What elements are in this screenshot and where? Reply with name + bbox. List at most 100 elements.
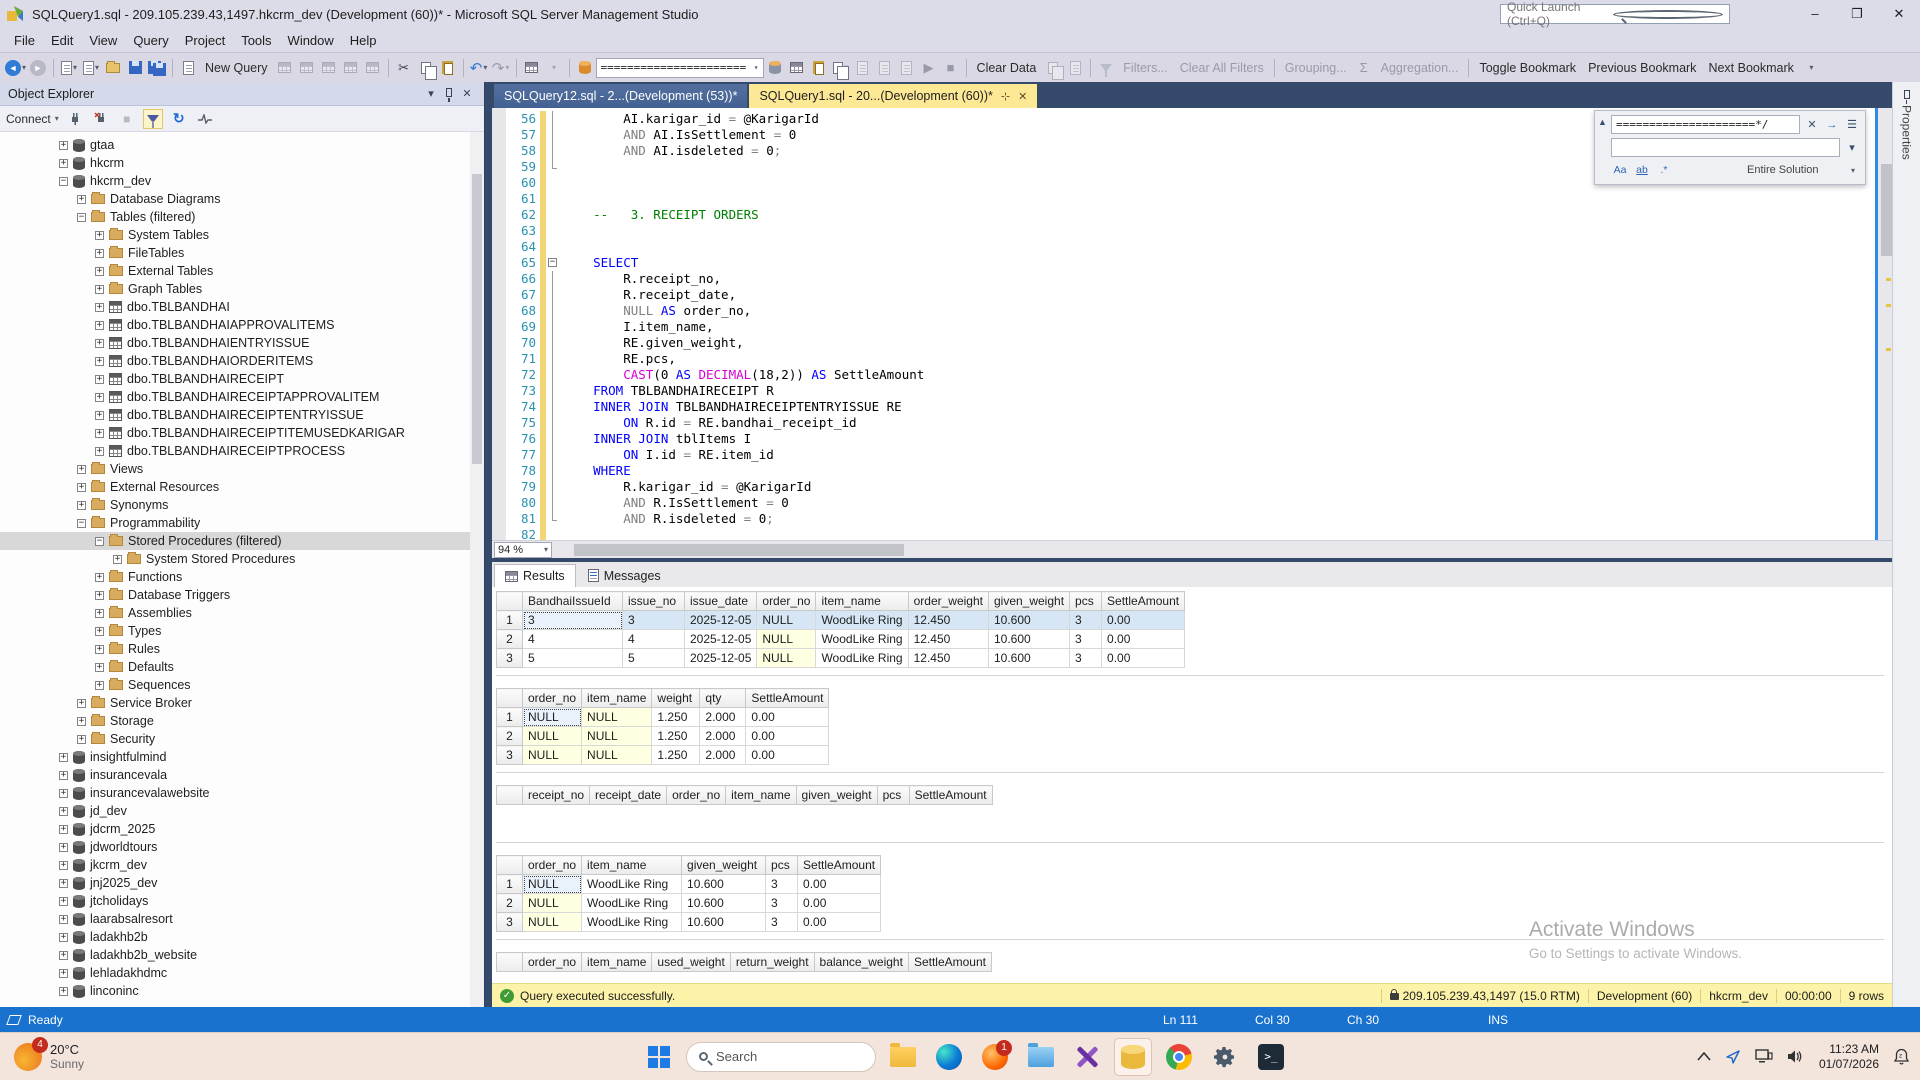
tree-item[interactable]: +dbo.TBLBANDHAIRECEIPTAPPROVALITEM (0, 388, 484, 406)
tree-item[interactable]: +dbo.TBLBANDHAI (0, 298, 484, 316)
column-header[interactable]: order_no (523, 953, 582, 972)
wrench-icon[interactable] (787, 57, 807, 79)
column-header[interactable]: item_name (816, 592, 908, 611)
corner-cell[interactable] (497, 689, 523, 708)
tree-expander-icon[interactable]: + (95, 303, 104, 312)
filter-icon[interactable] (143, 109, 163, 129)
open-file-icon[interactable] (103, 57, 123, 79)
tree-expander-icon[interactable]: + (59, 789, 68, 798)
connect-button[interactable]: Connect▾ (6, 112, 59, 126)
tree-expander-icon[interactable]: + (59, 951, 68, 960)
tree-item[interactable]: +Database Triggers (0, 586, 484, 604)
refresh-icon[interactable]: ↻ (169, 109, 189, 129)
grid-cell[interactable]: WoodLike Ring (582, 894, 682, 913)
new-query-button[interactable]: New Query (199, 61, 274, 75)
column-header[interactable]: order_no (523, 856, 582, 875)
nav-back-icon[interactable]: ◄▾ (5, 57, 26, 79)
tree-expander-icon[interactable]: + (59, 843, 68, 852)
tree-expander-icon[interactable]: + (95, 375, 104, 384)
grid-cell[interactable]: 10.600 (988, 649, 1069, 668)
execute-settings-icon[interactable] (765, 57, 785, 79)
tree-item[interactable]: +jtcholidays (0, 892, 484, 910)
grid-cell[interactable]: 3 (1070, 649, 1102, 668)
tree-item[interactable]: +System Tables (0, 226, 484, 244)
file-explorer-button[interactable] (884, 1038, 922, 1076)
notification-bell-icon[interactable]: z (1893, 1048, 1910, 1065)
grid-splitter[interactable] (496, 675, 1884, 676)
document-tab-2[interactable]: SQLQuery1.sql - 20...(Development (60))*… (749, 84, 1037, 108)
grid-splitter[interactable] (496, 842, 1884, 843)
paste-icon[interactable] (438, 57, 458, 79)
copy-icon[interactable] (416, 57, 436, 79)
tree-item[interactable]: +Synonyms (0, 496, 484, 514)
column-header[interactable]: SettleAmount (1102, 592, 1185, 611)
nav-forward-icon[interactable]: ► (28, 57, 48, 79)
toolbar-overflow-icon[interactable]: ▾ (1801, 57, 1821, 79)
volume-icon[interactable] (1787, 1049, 1805, 1064)
grid-cell[interactable]: 5 (623, 649, 685, 668)
tab-close-icon[interactable]: ✕ (1018, 90, 1027, 103)
location-arrow-icon[interactable] (1725, 1049, 1741, 1065)
row-number[interactable]: 2 (497, 727, 523, 746)
column-header[interactable]: given_weight (988, 592, 1069, 611)
tray-chevron-up-icon[interactable] (1697, 1052, 1711, 1061)
row-number[interactable]: 3 (497, 746, 523, 765)
tab-properties[interactable]: Properties (1900, 105, 1914, 160)
tree-item[interactable]: +Rules (0, 640, 484, 658)
tree-expander-icon[interactable]: + (95, 573, 104, 582)
horizontal-scrollbar-thumb[interactable] (574, 544, 904, 556)
tree-expander-icon[interactable]: + (95, 681, 104, 690)
grid-cell[interactable]: 1.250 (652, 727, 700, 746)
column-header[interactable]: SettleAmount (909, 786, 992, 805)
tree-item[interactable]: +dbo.TBLBANDHAIRECEIPTITEMUSEDKARIGAR (0, 424, 484, 442)
grid-cell[interactable]: 2.000 (700, 746, 746, 765)
column-header[interactable]: weight (652, 689, 700, 708)
tree-item[interactable]: −hkcrm_dev (0, 172, 484, 190)
menu-file[interactable]: File (6, 30, 43, 51)
grid-cell[interactable]: WoodLike Ring (816, 630, 908, 649)
previous-bookmark-button[interactable]: Previous Bookmark (1582, 61, 1702, 75)
tree-item[interactable]: +Security (0, 730, 484, 748)
find-scope-select[interactable]: Entire Solution▾ (1742, 161, 1860, 179)
column-header[interactable]: given_weight (682, 856, 766, 875)
pin-icon[interactable] (440, 88, 458, 100)
collapse-icon[interactable]: − (548, 258, 557, 267)
replace-dropdown-icon[interactable]: ▾ (1844, 141, 1860, 154)
document-tab-1[interactable]: SQLQuery12.sql - 2...(Development (53))* (494, 84, 747, 108)
grid-cell[interactable]: 0.00 (1102, 649, 1185, 668)
tree-expander-icon[interactable]: + (95, 447, 104, 456)
editor-scrollbar[interactable] (1875, 108, 1892, 540)
ssms-taskbar-button[interactable] (1114, 1038, 1152, 1076)
grid-cell[interactable]: 0.00 (798, 894, 881, 913)
quick-launch-input[interactable]: Quick Launch (Ctrl+Q) (1500, 4, 1730, 24)
tree-item[interactable]: +Types (0, 622, 484, 640)
menu-edit[interactable]: Edit (43, 30, 81, 51)
grid-cell[interactable]: NULL (523, 913, 582, 932)
tree-expander-icon[interactable]: − (95, 537, 104, 546)
tree-expander-icon[interactable]: + (95, 339, 104, 348)
grid-cell[interactable]: NULL (523, 894, 582, 913)
column-header[interactable]: SettleAmount (798, 856, 881, 875)
tree-expander-icon[interactable]: + (59, 987, 68, 996)
grid-cell[interactable]: NULL (757, 611, 816, 630)
row-number[interactable]: 1 (497, 875, 523, 894)
grid-cell[interactable]: 0.00 (746, 708, 829, 727)
tree-item[interactable]: +System Stored Procedures (0, 550, 484, 568)
column-header[interactable]: order_weight (908, 592, 988, 611)
minimize-button[interactable]: – (1794, 0, 1836, 28)
tree-expander-icon[interactable]: + (113, 555, 122, 564)
tree-item[interactable]: +laarabsalresort (0, 910, 484, 928)
grid-cell[interactable]: 10.600 (682, 913, 766, 932)
tree-expander-icon[interactable]: + (77, 465, 86, 474)
grid-cell[interactable]: NULL (757, 649, 816, 668)
row-number[interactable]: 2 (497, 894, 523, 913)
tree-item[interactable]: +dbo.TBLBANDHAIRECEIPT (0, 370, 484, 388)
column-header[interactable]: item_name (582, 953, 652, 972)
column-header[interactable]: return_weight (730, 953, 814, 972)
tree-item[interactable]: +Assemblies (0, 604, 484, 622)
tree-expander-icon[interactable]: + (59, 141, 68, 150)
tree-item[interactable]: +jnj2025_dev (0, 874, 484, 892)
tree-expander-icon[interactable]: + (95, 645, 104, 654)
grid-cell[interactable]: 1.250 (652, 746, 700, 765)
grid-cell[interactable]: 10.600 (988, 611, 1069, 630)
